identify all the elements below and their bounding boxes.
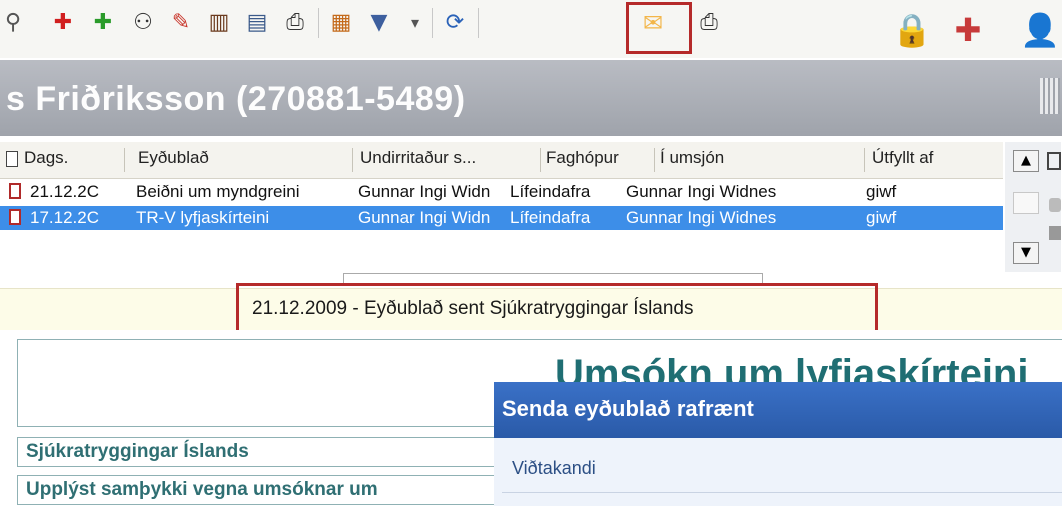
- add-green-icon[interactable]: ✚: [90, 10, 116, 36]
- toolbar-separator: [478, 8, 479, 38]
- col-faghopur[interactable]: Faghópur: [546, 148, 619, 168]
- small-square-icon: [1049, 226, 1061, 240]
- col-dags[interactable]: Dags.: [24, 148, 68, 168]
- panel-icon[interactable]: [1047, 152, 1061, 170]
- send-form-dialog: Senda eyðublað rafrænt Viðtakandi: [494, 382, 1062, 506]
- row-signed: Gunnar Ingi Widn: [358, 208, 491, 227]
- user-icon[interactable]: 👤: [1020, 10, 1060, 50]
- recipient-label: Viðtakandi: [512, 458, 596, 478]
- row-date: 17.12.2C: [30, 208, 99, 227]
- divider: [502, 492, 1062, 493]
- row-date: 21.12.2C: [30, 182, 99, 201]
- binoculars-icon[interactable]: ⚇: [130, 10, 156, 36]
- filter-table-icon[interactable]: ▦: [328, 10, 354, 36]
- col-eydublad[interactable]: Eyðublað: [138, 148, 209, 168]
- row-filled: giwf: [866, 208, 897, 227]
- section-label: Sjúkratryggingar Íslands: [26, 441, 249, 462]
- dialog-title-bar[interactable]: Senda eyðublað rafrænt: [494, 382, 1062, 438]
- row-filled: giwf: [866, 182, 897, 201]
- document-icon: [6, 151, 18, 167]
- funnel-icon[interactable]: ▼: [366, 10, 392, 36]
- bars-icon: [1040, 78, 1060, 114]
- books-icon[interactable]: ▥: [206, 10, 232, 36]
- status-highlight-box: [236, 283, 878, 337]
- scroll-down-button[interactable]: ▼: [1013, 242, 1039, 264]
- row-group: Lífeindafra: [510, 208, 591, 227]
- section-upplyst-sambykki[interactable]: Upplýst samþykki vegna umsóknar um: [17, 475, 537, 505]
- document-list: Dags. Eyðublað Undirritaður s... Faghópu…: [0, 142, 1003, 272]
- toolbar-separator: [318, 8, 319, 38]
- document-list-header: Dags. Eyðublað Undirritaður s... Faghópu…: [0, 142, 1003, 179]
- toolbar: ⚲ ✚ ✚ ⚇ ✎ ▥ ▤ ⎙ ▦ ▼ ▾ ⟳ ✉ ⎙ 🔒 ✚ 👤: [0, 0, 1062, 58]
- scroll-thumb[interactable]: [1013, 192, 1039, 214]
- lock-icon[interactable]: 🔒: [892, 10, 932, 50]
- send-highlight-box: [626, 2, 692, 54]
- printer-icon[interactable]: ⎙: [696, 10, 722, 36]
- row-signed: Gunnar Ingi Widn: [358, 182, 491, 201]
- dialog-title: Senda eyðublað rafrænt: [502, 396, 754, 421]
- dropdown-arrow-icon[interactable]: ▾: [402, 10, 428, 36]
- splitter-grip[interactable]: [343, 273, 763, 283]
- row-form: TR-V lyfjaskírteini: [136, 208, 270, 227]
- section-label: Upplýst samþykki vegna umsóknar um: [26, 479, 378, 500]
- col-undirritadur[interactable]: Undirritaður s...: [360, 148, 476, 168]
- section-sjukratryggingar[interactable]: Sjúkratryggingar Íslands: [17, 437, 537, 467]
- side-panel: ▲ ▼: [1005, 142, 1061, 272]
- print-document-icon[interactable]: ⎙: [282, 10, 308, 36]
- row-form: Beiðni um myndgreini: [136, 182, 300, 201]
- form-document-icon: [9, 209, 21, 225]
- patient-name: s Friðriksson (270881-5489): [6, 80, 466, 118]
- table-row[interactable]: 21.12.2C Beiðni um myndgreini Gunnar Ing…: [0, 180, 1003, 204]
- form-document-icon: [9, 183, 21, 199]
- add-red-icon[interactable]: ✚: [50, 10, 76, 36]
- refresh-icon[interactable]: ⟳: [442, 10, 468, 36]
- lock-small-icon: [1049, 198, 1061, 212]
- scroll-up-button[interactable]: ▲: [1013, 150, 1039, 172]
- row-care: Gunnar Ingi Widnes: [626, 208, 777, 227]
- toolbar-separator: [432, 8, 433, 38]
- person-search-icon[interactable]: ⚲: [0, 10, 26, 36]
- row-group: Lífeindafra: [510, 182, 591, 201]
- col-i-umsjon[interactable]: Í umsjón: [660, 148, 724, 168]
- eraser-icon[interactable]: ✎: [168, 10, 194, 36]
- report-icon[interactable]: ▤: [244, 10, 270, 36]
- col-utfyllt-af[interactable]: Útfyllt af: [872, 148, 933, 168]
- row-care: Gunnar Ingi Widnes: [626, 182, 777, 201]
- table-row-selected[interactable]: 17.12.2C TR-V lyfjaskírteini Gunnar Ingi…: [0, 206, 1003, 230]
- medical-kit-icon[interactable]: ✚: [948, 10, 988, 50]
